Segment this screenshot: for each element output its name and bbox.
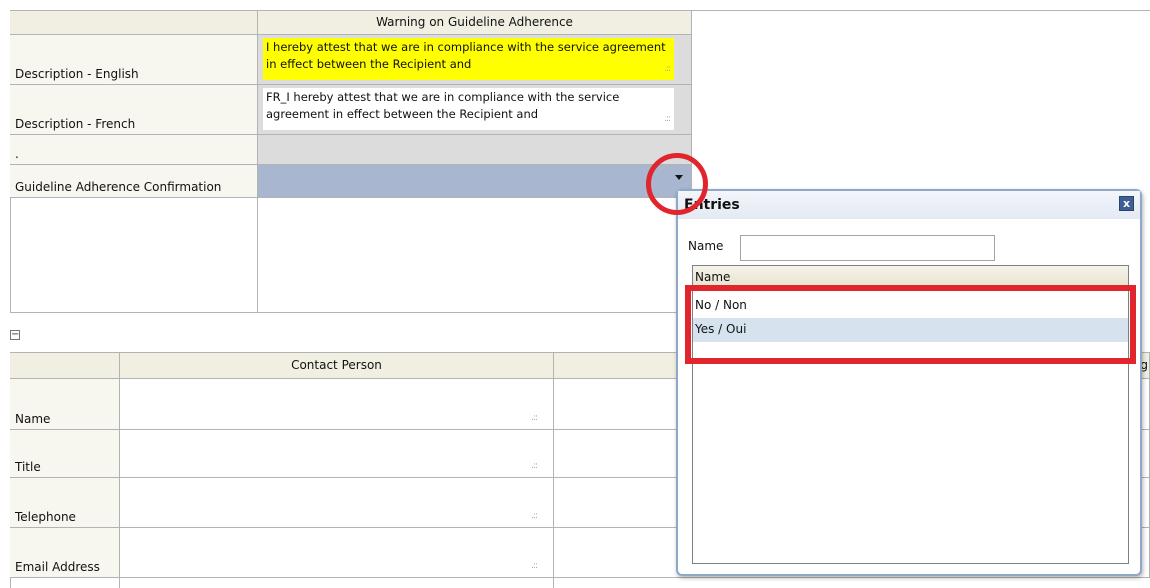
desc-english-label: Description - English <box>10 35 258 85</box>
contact-email-field[interactable]: .:: <box>120 528 554 578</box>
contact-telephone-text: Telephone <box>15 510 76 524</box>
empty-label-cell <box>10 198 258 313</box>
desc-french-label-text: Description - French <box>15 117 136 131</box>
minus-square-icon[interactable]: − <box>10 330 20 340</box>
annotation-circle <box>646 153 708 215</box>
desc-english-cell: I hereby attest that we are in complianc… <box>258 35 692 85</box>
desc-french-label: Description - French <box>10 85 258 135</box>
adherence-label: Guideline Adherence Confirmation <box>10 165 258 198</box>
contact-title-field[interactable]: .:: <box>120 430 554 478</box>
desc-french-cell: FR_I hereby attest that we are in compli… <box>258 85 692 135</box>
desc-french-textarea[interactable]: FR_I hereby attest that we are in compli… <box>263 88 674 130</box>
contact-telephone-label: Telephone <box>10 478 120 528</box>
list-column-header-text: Name <box>695 270 731 284</box>
contact-next-row-label <box>10 578 120 588</box>
section-header: Warning on Guideline Adherence <box>258 11 692 35</box>
adherence-label-text: Guideline Adherence Confirmation <box>15 180 222 194</box>
close-icon[interactable]: x <box>1119 196 1134 211</box>
popup-title-bar[interactable]: Entries <box>678 191 1140 219</box>
dot-row-label-text: . <box>15 147 19 161</box>
contact-title-text: Title <box>15 460 41 474</box>
entries-popup: Entries x Name Name No / Non Yes / Oui <box>676 189 1142 576</box>
contact-email-text: Email Address <box>15 560 100 574</box>
resize-grip-icon[interactable]: .:: <box>531 461 538 471</box>
desc-french-value: FR_I hereby attest that we are in compli… <box>266 90 620 121</box>
desc-english-label-text: Description - English <box>15 67 139 81</box>
resize-grip-icon[interactable]: .:: <box>531 413 538 423</box>
contact-title-label: Title <box>10 430 120 478</box>
name-filter-label: Name <box>688 239 724 253</box>
contact-telephone-field[interactable]: .:: <box>120 478 554 528</box>
contact-header-empty <box>10 353 120 379</box>
name-filter-input[interactable] <box>740 235 995 261</box>
contact-email-label: Email Address <box>10 528 120 578</box>
header-empty-cell <box>10 11 258 35</box>
contact-person-header: Contact Person <box>120 353 554 379</box>
resize-grip-icon[interactable]: .:: <box>664 61 671 78</box>
dot-row-cell <box>258 135 692 165</box>
resize-grip-icon[interactable]: .:: <box>664 111 671 128</box>
close-icon-glyph: x <box>1122 197 1131 210</box>
contact-name-text: Name <box>15 412 51 426</box>
contact-name-field[interactable]: .:: <box>120 379 554 430</box>
annotation-rectangle <box>685 285 1136 364</box>
adherence-select[interactable] <box>258 165 692 198</box>
resize-grip-icon[interactable]: .:: <box>531 561 538 571</box>
contact-next-row-field <box>120 578 554 588</box>
dot-row-label: . <box>10 135 258 165</box>
desc-english-textarea[interactable]: I hereby attest that we are in complianc… <box>263 38 674 80</box>
resize-grip-icon[interactable]: .:: <box>531 511 538 521</box>
desc-english-value: I hereby attest that we are in complianc… <box>266 40 666 71</box>
empty-value-cell <box>258 198 692 313</box>
contact-name-label: Name <box>10 379 120 430</box>
